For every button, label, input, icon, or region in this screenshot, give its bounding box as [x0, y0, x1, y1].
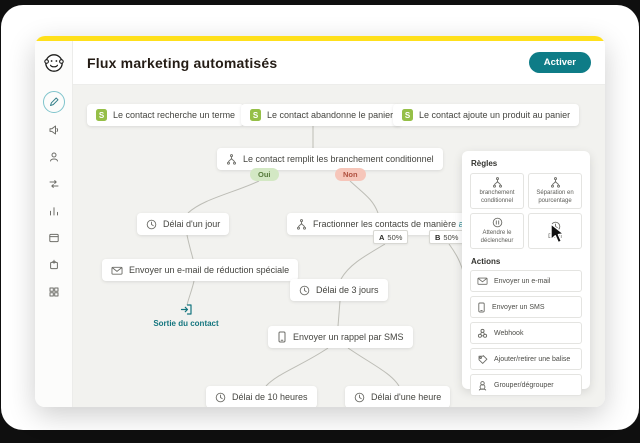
exit-label: Sortie du contact: [153, 319, 219, 328]
envelope-icon: [111, 265, 123, 276]
branch-icon: [296, 218, 307, 230]
envelope-icon: [477, 277, 488, 285]
action-send-sms[interactable]: Envoyer un SMS: [470, 296, 582, 318]
activate-button[interactable]: Activer: [528, 52, 591, 73]
split-a-badge: A 50%: [373, 230, 409, 244]
app-window: Flux marketing automatisés Activer S Le …: [35, 36, 605, 407]
automations-icon[interactable]: [44, 174, 64, 194]
node-label: Délai d'une heure: [371, 392, 442, 402]
clock-icon: [299, 285, 310, 296]
integrations-grid-icon[interactable]: [44, 282, 64, 302]
page-title: Flux marketing automatisés: [87, 54, 278, 71]
node-label: Le contact abandonne le panier: [267, 110, 394, 120]
node-label: Délai de 3 jours: [316, 285, 379, 295]
branch-icon: [492, 177, 502, 188]
blocks-panel: Règles branchement conditionnel Séparati…: [462, 151, 590, 396]
audience-icon[interactable]: [44, 147, 64, 167]
mailchimp-logo[interactable]: [35, 41, 72, 85]
trigger-node-add-product[interactable]: S Le contact ajoute un produit au panier: [393, 104, 580, 126]
branch-icon: [226, 153, 237, 165]
node-label: Délai de 10 heures: [232, 392, 308, 402]
clock-icon: [354, 392, 365, 403]
edit-pencil-icon[interactable]: [42, 91, 65, 113]
node-label: Le contact remplit les branchement condi…: [243, 154, 434, 164]
action-webhook[interactable]: Webhook: [470, 322, 582, 344]
trigger-node-abandon-cart[interactable]: S Le contact abandonne le panier: [241, 104, 403, 126]
rule-percent-split[interactable]: Séparation en pourcentage: [528, 173, 582, 209]
analytics-icon[interactable]: [44, 201, 64, 221]
delay-three-days-node[interactable]: Délai de 3 jours: [290, 279, 388, 301]
trigger-node-search[interactable]: S Le contact recherche un terme: [87, 104, 245, 126]
rules-section-title: Règles: [471, 159, 498, 168]
shopify-bag-icon: S: [96, 109, 107, 121]
tag-icon: [478, 354, 488, 364]
send-email-node[interactable]: Envoyer un e-mail de réduction spéciale: [102, 259, 299, 281]
rule-wait-trigger[interactable]: Attendre le déclencheur: [470, 213, 524, 249]
phone-icon: [478, 302, 485, 312]
content-icon[interactable]: [44, 255, 64, 275]
percent-split-icon: [550, 177, 560, 188]
split-b-badge: B 50%: [429, 230, 465, 244]
exit-icon: [180, 304, 192, 315]
actions-section-title: Actions: [471, 257, 501, 266]
shopify-bag-icon: S: [250, 109, 261, 121]
node-label: Envoyer un e-mail de réduction spéciale: [129, 265, 290, 275]
header: Flux marketing automatisés Activer: [73, 41, 605, 85]
node-label: Fractionner les contacts de manière aléa: [313, 219, 476, 229]
send-sms-node[interactable]: Envoyer un rappel par SMS: [268, 326, 413, 348]
clock-icon: [215, 392, 226, 403]
pause-circle-icon: [492, 218, 502, 228]
mouse-cursor: [550, 223, 565, 244]
delay-ten-hours-node[interactable]: Délai de 10 heures: [206, 386, 317, 407]
phone-icon: [277, 331, 287, 343]
contact-exit[interactable]: Sortie du contact: [141, 303, 231, 328]
shopify-bag-icon: S: [402, 109, 413, 121]
branch-yes-badge: Oui: [250, 168, 279, 181]
action-add-remove-tag[interactable]: Ajouter/retirer une balise: [470, 348, 582, 370]
group-icon: [478, 380, 487, 391]
webhook-icon: [477, 328, 488, 338]
website-icon[interactable]: [44, 228, 64, 248]
delay-one-day-node[interactable]: Délai d'un jour: [137, 213, 230, 235]
action-send-email[interactable]: Envoyer un e-mail: [470, 270, 582, 292]
campaigns-icon[interactable]: [44, 120, 64, 140]
delay-one-hour-node[interactable]: Délai d'une heure: [345, 386, 451, 407]
node-label: Le contact ajoute un produit au panier: [419, 110, 571, 120]
rule-branch-conditional[interactable]: branchement conditionnel: [470, 173, 524, 209]
clock-icon: [146, 219, 157, 230]
node-label: Envoyer un rappel par SMS: [293, 332, 404, 342]
branch-no-badge: Non: [335, 168, 366, 181]
sidebar-rail: [35, 41, 73, 407]
action-group-ungroup[interactable]: Grouper/dégrouper: [470, 374, 582, 396]
flow-canvas[interactable]: S Le contact recherche un terme S Le con…: [73, 85, 605, 407]
node-label: Délai d'un jour: [163, 219, 221, 229]
node-label: Le contact recherche un terme: [113, 110, 236, 120]
condition-node[interactable]: Le contact remplit les branchement condi…: [217, 148, 443, 170]
